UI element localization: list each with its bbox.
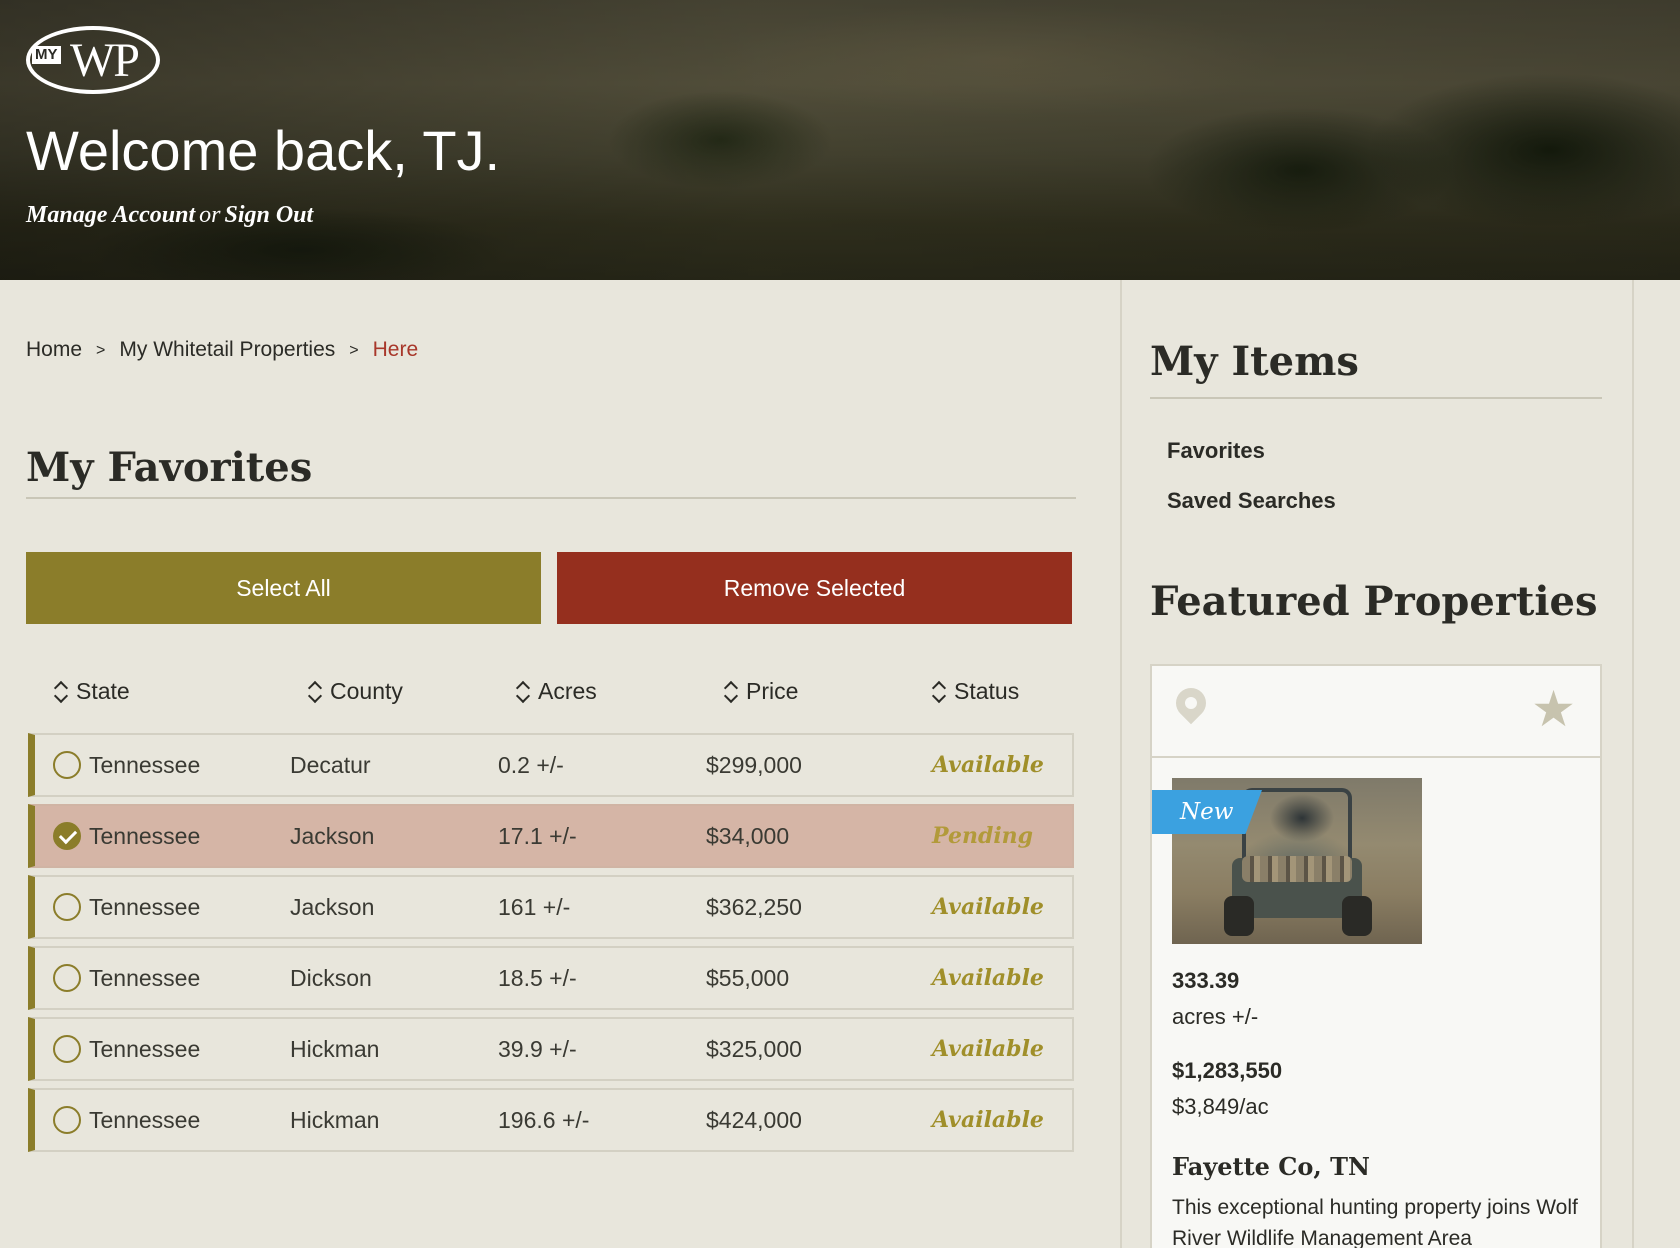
- star-icon[interactable]: ★: [1531, 684, 1576, 734]
- column-label: Price: [746, 678, 799, 704]
- cell-state: Tennessee: [89, 965, 201, 991]
- cell-price: $55,000: [706, 965, 790, 991]
- account-links: Manage Account or Sign Out: [26, 202, 313, 229]
- breadcrumb-current: Here: [372, 338, 419, 361]
- column-header-county[interactable]: County: [308, 678, 403, 705]
- breadcrumb: Home > My Whitetail Properties > Here: [26, 338, 418, 362]
- new-badge: New: [1152, 790, 1262, 834]
- radio-icon[interactable]: [53, 964, 81, 992]
- sidebar-right-border: [1632, 280, 1634, 1248]
- cell-state: Tennessee: [89, 1036, 201, 1062]
- cell-county: Decatur: [290, 752, 371, 778]
- column-label: Acres: [538, 678, 597, 704]
- cell-status: Available: [932, 1107, 1044, 1133]
- table-row[interactable]: Tennessee Hickman 39.9 +/- $325,000 Avai…: [28, 1017, 1074, 1081]
- cell-price: $362,250: [706, 894, 802, 920]
- table-row[interactable]: Tennessee Decatur 0.2 +/- $299,000 Avail…: [28, 733, 1074, 797]
- cell-status: Available: [932, 894, 1044, 920]
- cell-acres: 161 +/-: [498, 894, 571, 920]
- column-label: Status: [954, 678, 1020, 704]
- cell-county: Jackson: [290, 894, 375, 920]
- card-header: ★: [1152, 666, 1600, 758]
- column-label: State: [76, 678, 130, 704]
- featured-property-card[interactable]: ★ New 333.39 acres +/- $1,283,550 $3,849…: [1150, 664, 1602, 1248]
- cell-price: $34,000: [706, 823, 790, 849]
- radio-icon[interactable]: [53, 751, 81, 779]
- sidebar-item-saved-searches[interactable]: Saved Searches: [1167, 488, 1336, 514]
- breadcrumb-separator: >: [96, 342, 106, 359]
- property-acres-unit: acres +/-: [1172, 1004, 1259, 1029]
- cell-county: Hickman: [290, 1036, 380, 1062]
- cell-state: Tennessee: [89, 1107, 201, 1133]
- sidebar-item-favorites[interactable]: Favorites: [1167, 438, 1265, 464]
- property-description: This exceptional hunting property joins …: [1172, 1196, 1578, 1248]
- cell-acres: 18.5 +/-: [498, 965, 577, 991]
- logo-my-text: MY: [32, 46, 61, 64]
- cell-county: Hickman: [290, 1107, 380, 1133]
- radio-icon[interactable]: [53, 1106, 81, 1134]
- column-label: County: [330, 678, 403, 704]
- map-pin-icon[interactable]: [1169, 681, 1213, 725]
- cell-status: Available: [932, 1036, 1044, 1062]
- column-header-acres[interactable]: Acres: [516, 678, 597, 705]
- column-header-price[interactable]: Price: [724, 678, 798, 705]
- mywp-logo[interactable]: MY WP: [26, 26, 160, 96]
- sort-icon: [516, 680, 530, 704]
- radio-icon[interactable]: [53, 893, 81, 921]
- check-icon[interactable]: [53, 822, 81, 850]
- property-price: $1,283,550: [1172, 1058, 1283, 1083]
- cell-state: Tennessee: [89, 752, 201, 778]
- featured-properties-title: Featured Properties: [1150, 578, 1598, 625]
- cell-price: $299,000: [706, 752, 802, 778]
- radio-icon[interactable]: [53, 1035, 81, 1063]
- property-acres: 333.39: [1172, 968, 1240, 993]
- select-all-button[interactable]: Select All: [26, 552, 541, 624]
- table-row[interactable]: Tennessee Hickman 196.6 +/- $424,000 Ava…: [28, 1088, 1074, 1152]
- sidebar-divider: [1120, 280, 1122, 1248]
- my-items-title: My Items: [1150, 338, 1359, 385]
- cell-state: Tennessee: [89, 894, 201, 920]
- or-text: or: [199, 202, 221, 228]
- remove-selected-button[interactable]: Remove Selected: [557, 552, 1072, 624]
- sign-out-link[interactable]: Sign Out: [224, 202, 313, 228]
- sort-icon: [932, 680, 946, 704]
- cell-acres: 196.6 +/-: [498, 1107, 590, 1133]
- cell-status: Pending: [932, 823, 1034, 849]
- sort-icon: [54, 680, 68, 704]
- my-items-divider: [1150, 397, 1602, 399]
- page-title: My Favorites: [26, 444, 313, 491]
- cell-status: Available: [932, 965, 1044, 991]
- cell-status: Available: [932, 752, 1044, 778]
- photo-ducks: [1242, 856, 1352, 882]
- cell-price: $325,000: [706, 1036, 802, 1062]
- title-divider: [26, 497, 1076, 499]
- sort-icon: [724, 680, 738, 704]
- property-location[interactable]: Fayette Co, TN: [1172, 1152, 1370, 1181]
- table-header: State County Acres Price Status: [26, 678, 1076, 718]
- cell-county: Dickson: [290, 965, 372, 991]
- breadcrumb-separator: >: [349, 342, 359, 359]
- table-row[interactable]: Tennessee Jackson 17.1 +/- $34,000 Pendi…: [28, 804, 1074, 868]
- manage-account-link[interactable]: Manage Account: [26, 202, 195, 228]
- column-header-state[interactable]: State: [54, 678, 130, 705]
- table-row[interactable]: Tennessee Jackson 161 +/- $362,250 Avail…: [28, 875, 1074, 939]
- photo-wheel: [1224, 896, 1254, 936]
- logo-wp-text: WP: [70, 34, 140, 87]
- hero-banner: MY WP Welcome back, TJ. Manage Account or…: [0, 0, 1680, 280]
- photo-wheel: [1342, 896, 1372, 936]
- table-row[interactable]: Tennessee Dickson 18.5 +/- $55,000 Avail…: [28, 946, 1074, 1010]
- cell-acres: 0.2 +/-: [498, 752, 564, 778]
- cell-price: $424,000: [706, 1107, 802, 1133]
- welcome-heading: Welcome back, TJ.: [26, 119, 501, 182]
- sort-icon: [308, 680, 322, 704]
- cell-county: Jackson: [290, 823, 375, 849]
- cell-acres: 39.9 +/-: [498, 1036, 577, 1062]
- cell-acres: 17.1 +/-: [498, 823, 577, 849]
- cell-state: Tennessee: [89, 823, 201, 849]
- breadcrumb-my-whitetail-properties[interactable]: My Whitetail Properties: [119, 338, 335, 362]
- property-price-per-acre: $3,849/ac: [1172, 1094, 1269, 1119]
- column-header-status[interactable]: Status: [932, 678, 1019, 705]
- breadcrumb-home[interactable]: Home: [26, 338, 82, 362]
